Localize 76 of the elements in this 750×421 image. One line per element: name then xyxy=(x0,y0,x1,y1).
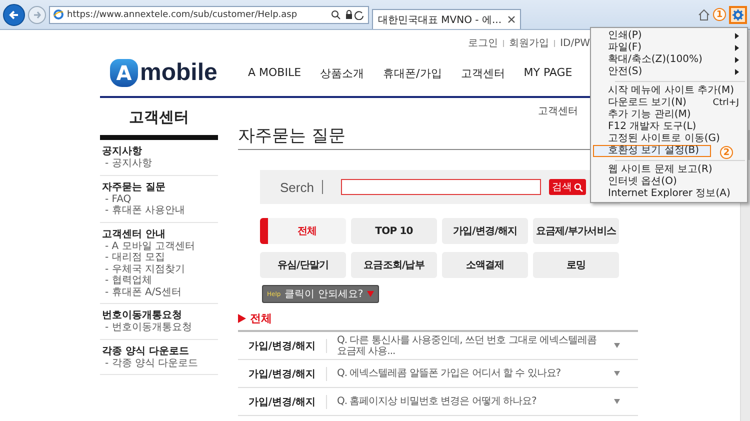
sidebar-heading[interactable]: 공지사항 xyxy=(102,145,218,158)
search-button[interactable]: 검색 xyxy=(548,179,586,195)
faq-question[interactable]: Q. 홈페이지상 비밀번호 변경은 어떻게 하나요? xyxy=(327,396,614,407)
logo[interactable]: A mobile xyxy=(110,59,248,87)
sidebar-item[interactable]: - 휴대폰 A/S센터 xyxy=(102,286,218,298)
search-field[interactable] xyxy=(340,179,541,195)
nav-item[interactable]: A MOBILE xyxy=(248,66,302,80)
faq-question[interactable]: Q. 다른 통신사를 사용중인데, 쓰던 번호 그대로 에넥스텔레콤 요금제 사용... xyxy=(327,334,614,356)
menu-item[interactable]: 호환성 보기 설정(B) xyxy=(593,145,711,157)
category-tab[interactable]: 소액결제 xyxy=(442,252,528,278)
section-title: 전체 xyxy=(250,311,272,326)
menu-item[interactable]: 안전(S) xyxy=(593,66,745,78)
nav-item[interactable]: 상품소개 xyxy=(320,66,364,80)
nav-item[interactable]: 고객센터 xyxy=(460,66,505,80)
sidebar-heading[interactable]: 각종 양식 다운로드 xyxy=(102,344,218,358)
menu-item[interactable]: Internet Explorer 정보(A) xyxy=(593,188,745,200)
sidebar-item[interactable]: - 우체국 지점찾기 xyxy=(102,264,218,275)
address-tools-drawing[interactable] xyxy=(331,10,365,20)
sidebar-item[interactable]: - 공지사항 xyxy=(102,158,218,170)
menu-item[interactable]: 고정된 사이트로 이동(G) xyxy=(593,133,745,145)
caret-icon[interactable] xyxy=(614,371,620,376)
forward-arrow-icon xyxy=(32,10,42,20)
address-bar[interactable]: https://www.annextele.com/sub/customer/Help.asp xyxy=(49,6,369,24)
close-icon[interactable] xyxy=(508,16,515,23)
callout-marker: 2 xyxy=(720,146,733,159)
sidebar-heading[interactable]: 번호이동개통요청 xyxy=(102,309,218,322)
callout-marker: 1 xyxy=(713,8,726,21)
e-logo-icon xyxy=(53,9,64,20)
settings-button[interactable] xyxy=(729,6,747,24)
sidebar-heading[interactable]: 자주묻는 질문 xyxy=(102,180,218,194)
gear-icon xyxy=(732,8,744,20)
sidebar-item[interactable]: - 각종 양식 다운로드 xyxy=(102,358,218,369)
top-link[interactable]: 회원가입 xyxy=(509,36,550,50)
back-arrow-icon xyxy=(8,8,20,20)
category-tab[interactable]: 유심/단말기 xyxy=(260,252,346,278)
sidebar-heading[interactable]: 고객센터 안내 xyxy=(102,228,218,240)
sidebar-title: 고객센터 xyxy=(128,107,190,128)
sidebar-item[interactable]: - FAQ xyxy=(102,194,218,205)
sidebar-item[interactable]: - 협력업체 xyxy=(102,275,218,286)
sidebar-item[interactable]: - 대리점 모집 xyxy=(102,252,218,264)
category-tab[interactable]: 요금조회/납부 xyxy=(351,252,437,278)
top-link[interactable]: 로그인 xyxy=(468,36,498,50)
faq-category: 가입/변경/해지 xyxy=(238,338,327,352)
search-label: Serch xyxy=(280,180,314,194)
nav-item[interactable]: 휴대폰/가입 xyxy=(383,66,442,80)
home-icon[interactable] xyxy=(698,8,710,20)
top-link[interactable]: ID/PW xyxy=(560,38,590,48)
nav-item[interactable]: MY PAGE xyxy=(524,66,572,80)
sidebar-item[interactable]: - 번호이동개통요청 xyxy=(102,322,218,334)
caret-icon xyxy=(367,291,374,297)
faq-category: 가입/변경/해지 xyxy=(238,366,327,380)
sidebar-item[interactable]: - A 모바일 고객센터 xyxy=(102,240,218,252)
faq-category: 가입/변경/해지 xyxy=(238,394,327,408)
faq-question[interactable]: Q. 에넥스텔레콤 알뜰폰 가입은 어디서 할 수 있나요? xyxy=(327,368,614,379)
sidebar-item[interactable]: - 휴대폰 사용안내 xyxy=(102,205,218,216)
menu-item[interactable]: F12 개발자 도구(L) xyxy=(593,121,745,133)
menu-item[interactable]: 인쇄(P) xyxy=(593,30,745,42)
menu-item[interactable]: 웹 사이트 문제 보고(R) xyxy=(593,164,745,176)
menu-item[interactable]: 인터넷 옵션(O) xyxy=(593,176,745,188)
caret-icon[interactable] xyxy=(614,343,620,348)
category-tab[interactable]: 로밍 xyxy=(533,252,619,278)
browser-tab[interactable]: 대한민국대표 MVNO - 에... xyxy=(372,9,521,29)
menu-item[interactable]: 확대/축소(Z)(100%) xyxy=(593,54,745,66)
caret-icon[interactable] xyxy=(614,399,620,404)
category-tab[interactable]: 요금제/부가서비스 xyxy=(533,218,619,244)
menu-item[interactable]: 시작 메뉴에 사이트 추가(M) xyxy=(593,85,745,97)
category-tab[interactable]: 전체 xyxy=(260,218,346,244)
menu-item[interactable]: 추가 기능 관리(M) xyxy=(593,109,745,121)
triangle-icon xyxy=(238,314,246,323)
category-tab[interactable]: TOP 10 xyxy=(351,218,437,244)
menu-item[interactable]: 다운로드 보기(N) Ctrl+J xyxy=(593,97,745,109)
category-tab[interactable]: 가입/변경/해지 xyxy=(442,218,528,244)
back-button[interactable] xyxy=(3,4,25,26)
breadcrumb[interactable]: 고객센터 xyxy=(538,104,578,118)
menu-item[interactable]: 파일(F) xyxy=(593,42,745,54)
search-icon xyxy=(574,182,583,192)
